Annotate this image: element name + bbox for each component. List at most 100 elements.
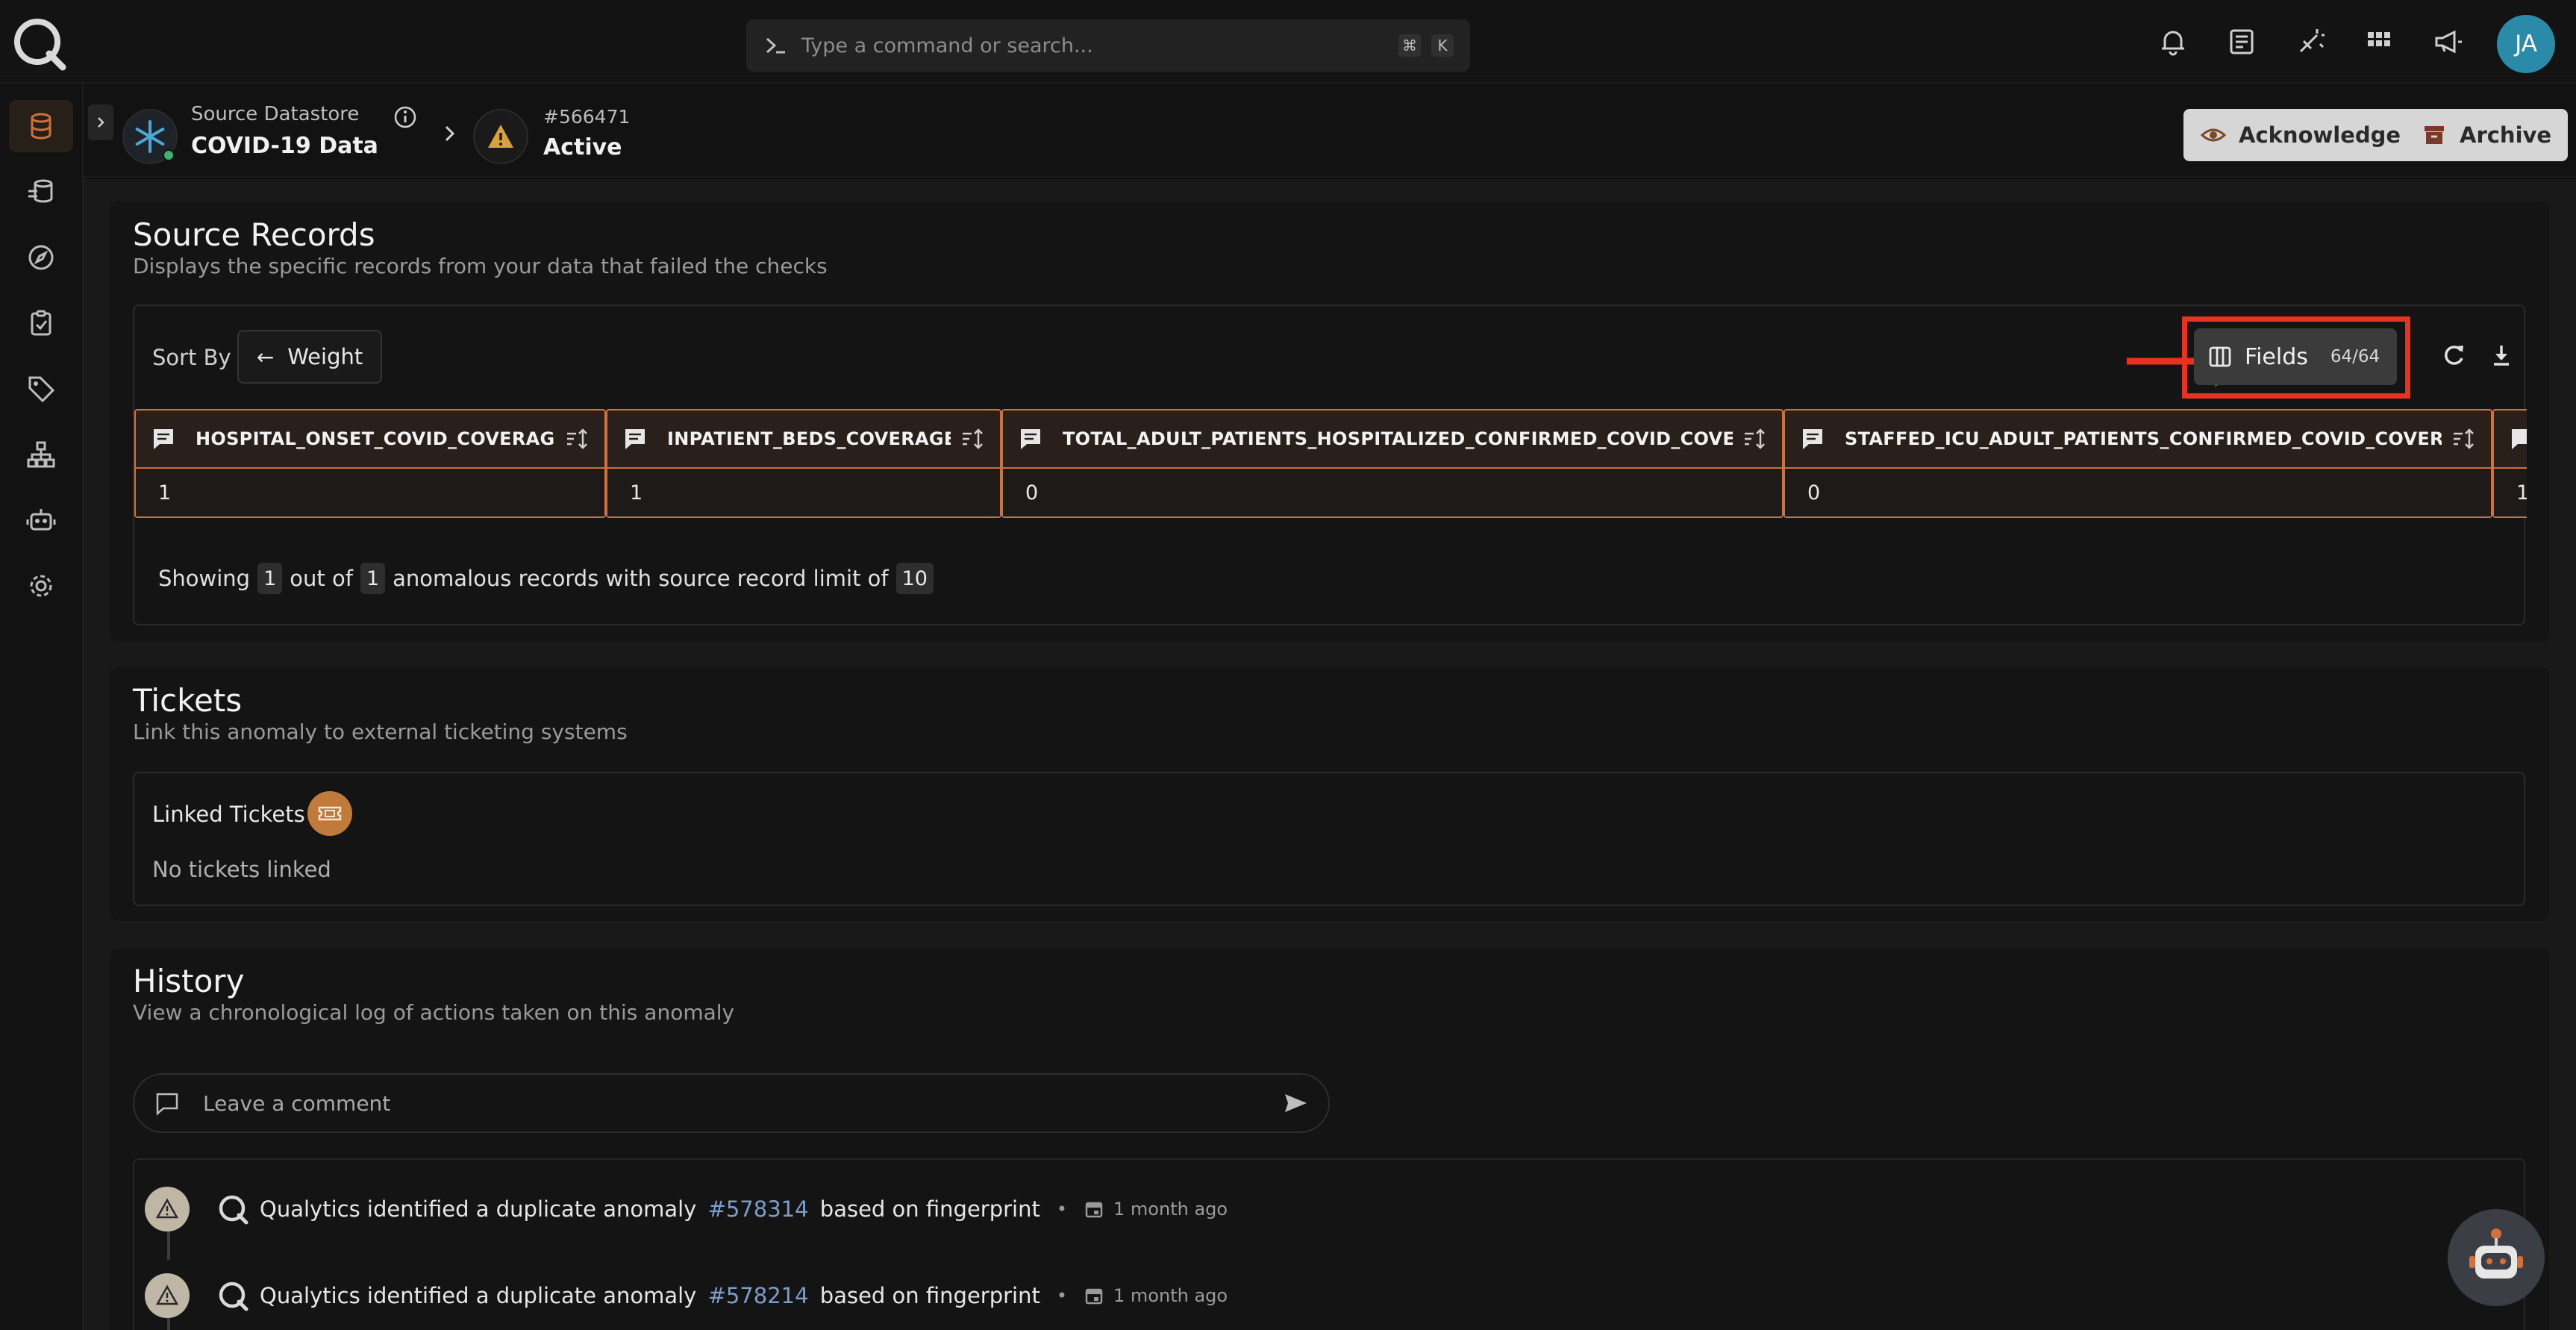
datastore-avatar[interactable] (122, 109, 178, 164)
column-header-label: HOSPITAL_ONSET_COVID_COVERAGE (196, 428, 555, 449)
expand-sidebar-button[interactable] (88, 104, 113, 140)
column-header-label: STAFFED_ICU_ADULT_PATIENTS_CONFIRMED_COV… (1845, 428, 2442, 449)
table-cell[interactable]: 1 (2494, 469, 2527, 516)
apps-button[interactable] (2355, 18, 2403, 66)
table-cell[interactable]: 0 (1785, 469, 2491, 516)
database-icon (31, 113, 51, 140)
datastore-label: Source Datastore (191, 103, 360, 125)
table-column: STAFFED_ICU_ADULT_PATIENTS_CONFIRMED_COV… (1783, 409, 2492, 518)
notifications-button[interactable] (2149, 18, 2197, 66)
history-time: 1 month ago (1113, 1199, 1228, 1220)
left-sidebar (0, 84, 84, 1330)
sidebar-item-tags[interactable] (9, 363, 73, 415)
sort-weight-button[interactable]: ← Weight (237, 330, 382, 384)
fields-count: 64/64 (2330, 347, 2380, 366)
clipboard-check-icon (31, 310, 51, 336)
user-avatar[interactable]: JA (2497, 15, 2555, 73)
total-count: 1 (360, 563, 386, 594)
column-header[interactable]: HOSPITAL_ONSET_COVID_COVERAGE (136, 410, 604, 469)
comment-placeholder[interactable]: Leave a comment (203, 1091, 1282, 1116)
tickets-card: Tickets Link this anomaly to external ti… (110, 667, 2549, 921)
sidebar-item-checks[interactable] (9, 297, 73, 349)
acknowledge-button[interactable]: Acknowledge (2183, 109, 2418, 161)
warning-icon (156, 1284, 178, 1305)
history-card: History View a chronological log of acti… (110, 948, 2549, 1330)
shortcut-key-cmd: ⌘ (1398, 34, 1421, 57)
fields-button[interactable]: Fields 64/64 (2194, 328, 2397, 385)
send-icon[interactable] (1282, 1090, 1309, 1117)
sort-icon[interactable] (1742, 426, 1767, 452)
docs-button[interactable] (2218, 18, 2266, 66)
linked-tickets-label: Linked Tickets (152, 802, 305, 827)
comment-outline-icon (156, 1093, 178, 1116)
layers-icon (28, 179, 53, 203)
qualytics-logo[interactable] (10, 15, 67, 72)
column-header-label: TOTAL_ADULT_PATIENTS_HOSPITALIZED_CONFIR… (1063, 428, 1733, 449)
history-actor: Qualytics (260, 1283, 360, 1308)
acknowledge-label: Acknowledge (2239, 122, 2401, 148)
anomaly-avatar (473, 109, 528, 164)
sort-icon[interactable] (2451, 426, 2476, 452)
anomaly-link[interactable]: #578314 (708, 1196, 809, 1222)
sidebar-item-agents[interactable] (9, 494, 73, 546)
announcements-button[interactable] (2424, 18, 2472, 66)
sidebar-item-flows[interactable] (9, 428, 73, 481)
columns-icon (2209, 346, 2231, 367)
sidebar-item-settings[interactable] (9, 560, 73, 612)
robot-icon (2469, 1228, 2523, 1279)
history-action-suffix: based on fingerprint (819, 1196, 1040, 1222)
chevron-right-icon (98, 117, 104, 128)
source-records-table: HOSPITAL_ONSET_COVID_COVERAGE 1 INPATIEN… (134, 409, 2527, 521)
sidebar-item-explore[interactable] (9, 231, 73, 284)
shortcut-key-k: K (1431, 34, 1454, 57)
command-search-bar[interactable]: Type a command or search... ⌘ K (746, 19, 1470, 72)
summary-middle: anomalous records with source record lim… (393, 566, 889, 591)
hierarchy-icon (27, 441, 55, 468)
magic-button[interactable] (2286, 18, 2334, 66)
sidebar-item-enrichment[interactable] (9, 166, 73, 218)
bell-icon (2162, 31, 2184, 56)
archive-button[interactable]: Archive (2404, 109, 2569, 161)
column-header[interactable]: STAFFED_ICU_ADULT_PATIENTS_CONFIRMED_COV… (1785, 410, 2491, 469)
sidebar-item-datastores[interactable] (9, 100, 73, 152)
qualytics-logo-icon (219, 1281, 248, 1311)
datastore-name[interactable]: COVID-19 Data (191, 133, 378, 159)
table-cell[interactable]: 1 (607, 469, 1000, 516)
refresh-icon[interactable] (2439, 340, 2469, 370)
link-ticket-button[interactable] (307, 791, 352, 836)
command-search-placeholder[interactable]: Type a command or search... (801, 34, 1388, 57)
table-cell[interactable]: 1 (136, 469, 604, 516)
tag-icon (28, 376, 55, 403)
fields-label: Fields (2245, 343, 2308, 370)
sort-icon[interactable] (564, 426, 590, 452)
table-column: INPATIENT_BEDS_COVERAGE 1 (606, 409, 1001, 518)
info-icon[interactable] (393, 104, 418, 130)
warning-badge (145, 1273, 190, 1318)
megaphone-icon (2435, 30, 2462, 54)
source-records-title: Source Records (133, 216, 375, 253)
sort-icon[interactable] (960, 426, 985, 452)
download-icon[interactable] (2486, 340, 2516, 370)
anomaly-link[interactable]: #578214 (708, 1283, 809, 1308)
source-records-subtitle: Displays the specific records from your … (133, 254, 828, 278)
history-action: identified a duplicate anomaly (366, 1283, 697, 1308)
column-header[interactable] (2494, 410, 2527, 469)
history-entry: Qualytics identified a duplicate anomaly… (145, 1185, 1228, 1233)
calendar-icon (1085, 1288, 1103, 1305)
warning-badge (145, 1187, 190, 1231)
shown-count: 1 (257, 563, 283, 594)
comment-icon (154, 429, 173, 449)
warning-icon (488, 125, 513, 148)
linked-tickets-panel: Linked Tickets No tickets linked (133, 772, 2525, 906)
compass-icon (28, 245, 54, 270)
table-cell[interactable]: 0 (1003, 469, 1782, 516)
history-text: Qualytics identified a duplicate anomaly… (260, 1196, 1040, 1222)
column-header[interactable]: TOTAL_ADULT_PATIENTS_HOSPITALIZED_CONFIR… (1003, 410, 1782, 469)
assistant-bot-button[interactable] (2448, 1209, 2545, 1306)
comment-input[interactable]: Leave a comment (133, 1073, 1330, 1133)
history-entry: Qualytics identified a duplicate anomaly… (145, 1272, 1228, 1320)
column-header[interactable]: INPATIENT_BEDS_COVERAGE (607, 410, 1000, 469)
ticket-icon (318, 806, 342, 821)
history-time: 1 month ago (1113, 1285, 1228, 1306)
sort-value: Weight (287, 344, 363, 369)
